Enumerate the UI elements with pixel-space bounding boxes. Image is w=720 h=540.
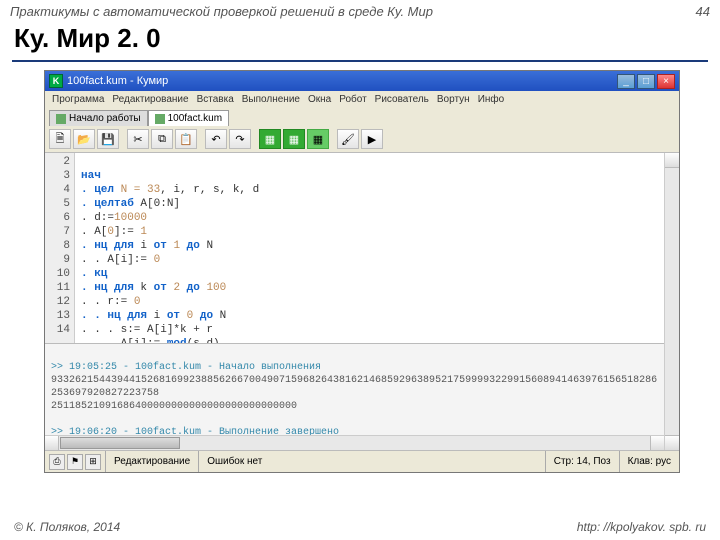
brush-button[interactable]: 🖌 bbox=[337, 129, 359, 149]
minimize-button[interactable]: _ bbox=[617, 74, 635, 89]
menu-info[interactable]: Инфо bbox=[475, 93, 508, 106]
statusbar: ⎙ ⚑ ⊞ Редактирование Ошибок нет Стр: 14,… bbox=[45, 450, 679, 472]
tab-file[interactable]: 100fact.kum bbox=[148, 110, 229, 126]
menu-robot[interactable]: Робот bbox=[336, 93, 369, 106]
footer-copyright: © К. Поляков, 2014 bbox=[14, 520, 120, 534]
close-button[interactable]: × bbox=[657, 74, 675, 89]
maximize-button[interactable]: □ bbox=[637, 74, 655, 89]
open-button[interactable]: 📂 bbox=[73, 129, 95, 149]
tabbar: Начало работы 100fact.kum bbox=[45, 108, 679, 126]
status-position: Стр: 14, Поз bbox=[545, 451, 619, 472]
tab-start[interactable]: Начало работы bbox=[49, 110, 148, 126]
horizontal-scrollbar[interactable] bbox=[45, 435, 664, 450]
status-mode: Редактирование bbox=[105, 451, 198, 472]
menu-program[interactable]: Программа bbox=[49, 93, 107, 106]
tab-icon bbox=[56, 114, 66, 124]
menu-windows[interactable]: Окна bbox=[305, 93, 334, 106]
slide-number: 44 bbox=[696, 4, 710, 19]
menu-vortun[interactable]: Вортун bbox=[434, 93, 473, 106]
save-button[interactable]: 💾 bbox=[97, 129, 119, 149]
code-content[interactable]: нач . цел N = 33, i, r, s, k, d . целтаб… bbox=[75, 153, 664, 343]
run-button[interactable]: ▦ bbox=[259, 129, 281, 149]
start-button[interactable]: ▶ bbox=[361, 129, 383, 149]
step-button[interactable]: ▦ bbox=[283, 129, 305, 149]
line-gutter: 234567891011121314 bbox=[45, 153, 75, 343]
slide-footer: © К. Поляков, 2014 http: //kpolyakov. sp… bbox=[0, 520, 720, 534]
footer-url: http: //kpolyakov. spb. ru bbox=[577, 520, 706, 534]
new-button[interactable]: 🗎 bbox=[49, 129, 71, 149]
status-errors: Ошибок нет bbox=[198, 451, 545, 472]
menu-painter[interactable]: Рисователь bbox=[372, 93, 432, 106]
undo-button[interactable]: ↶ bbox=[205, 129, 227, 149]
scroll-left-icon[interactable] bbox=[45, 436, 59, 450]
menu-edit[interactable]: Редактирование bbox=[109, 93, 191, 106]
vertical-scrollbar[interactable] bbox=[664, 153, 679, 450]
status-icon-c[interactable]: ⊞ bbox=[85, 454, 101, 470]
menubar: Программа Редактирование Вставка Выполне… bbox=[45, 91, 679, 108]
copy-button[interactable]: ⧉ bbox=[151, 129, 173, 149]
code-editor[interactable]: 234567891011121314 нач . цел N = 33, i, … bbox=[45, 153, 664, 343]
status-keyboard: Клав: рус bbox=[619, 451, 679, 472]
app-icon: K bbox=[49, 74, 63, 88]
redo-button[interactable]: ↷ bbox=[229, 129, 251, 149]
toolbar: 🗎 📂 💾 ✂ ⧉ 📋 ↶ ↷ ▦ ▦ ▦ 🖌 ▶ bbox=[45, 126, 679, 153]
scroll-right-icon[interactable] bbox=[650, 436, 664, 450]
app-window: K 100fact.kum - Кумир _ □ × Программа Ре… bbox=[44, 70, 680, 473]
tab-icon bbox=[155, 114, 165, 124]
status-icon-a[interactable]: ⎙ bbox=[49, 454, 65, 470]
slide-topic: Практикумы с автоматической проверкой ре… bbox=[10, 4, 433, 19]
title-underline bbox=[12, 60, 708, 62]
paste-button[interactable]: 📋 bbox=[175, 129, 197, 149]
menu-run[interactable]: Выполнение bbox=[239, 93, 303, 106]
slide-title: Ку. Мир 2. 0 bbox=[0, 21, 720, 60]
run-alt-button[interactable]: ▦ bbox=[307, 129, 329, 149]
cut-button[interactable]: ✂ bbox=[127, 129, 149, 149]
scroll-thumb[interactable] bbox=[60, 437, 180, 449]
editor-area: 234567891011121314 нач . цел N = 33, i, … bbox=[45, 153, 679, 450]
titlebar: K 100fact.kum - Кумир _ □ × bbox=[45, 71, 679, 91]
window-title: 100fact.kum - Кумир bbox=[67, 75, 168, 87]
status-icon-b[interactable]: ⚑ bbox=[67, 454, 83, 470]
menu-insert[interactable]: Вставка bbox=[194, 93, 237, 106]
output-panel[interactable]: >> 19:05:25 - 100fact.kum - Начало выпол… bbox=[45, 343, 664, 435]
